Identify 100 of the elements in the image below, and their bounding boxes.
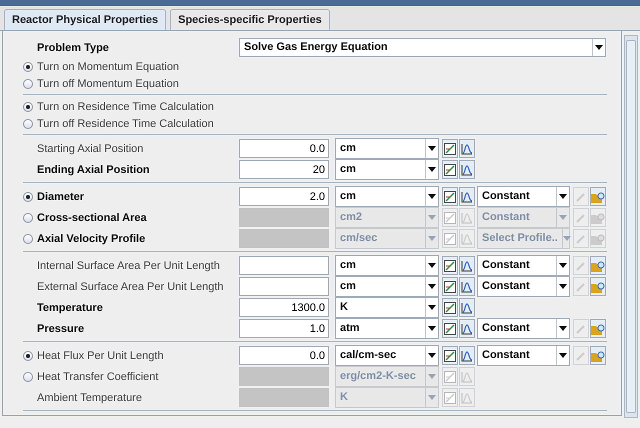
- scrollbar[interactable]: [624, 35, 638, 418]
- profile-dropdown[interactable]: Constant: [477, 345, 570, 366]
- curve-icon: [461, 392, 473, 404]
- browse-button[interactable]: [590, 256, 606, 275]
- pencil-icon: [576, 282, 586, 292]
- caret-icon: [428, 305, 436, 310]
- curve-icon: [461, 212, 473, 224]
- tab[interactable]: Reactor Physical Properties: [4, 9, 166, 30]
- caret-icon: [428, 236, 436, 241]
- curve-icon: [461, 164, 473, 176]
- value-field[interactable]: [239, 256, 329, 275]
- pencil-icon: [576, 260, 586, 270]
- plot-icon: [444, 142, 456, 154]
- browse-button[interactable]: [590, 187, 606, 206]
- folder-search-icon: [591, 190, 605, 202]
- browse-button[interactable]: [590, 346, 606, 365]
- field-label: Internal Surface Area Per Unit Length: [37, 260, 221, 272]
- scrollbar-thumb[interactable]: [626, 40, 636, 413]
- value-field[interactable]: [239, 277, 329, 296]
- radio-button[interactable]: [23, 62, 33, 72]
- unit-dropdown[interactable]: cm: [335, 159, 439, 180]
- field-label: External Surface Area Per Unit Length: [37, 280, 224, 292]
- profile-dropdown[interactable]: Constant: [477, 318, 570, 339]
- field-label: Diameter: [37, 190, 86, 202]
- radio-button[interactable]: [23, 350, 33, 360]
- unit-dropdown[interactable]: cm: [335, 186, 439, 207]
- folder-search-icon: [591, 232, 605, 244]
- field-label: Axial Velocity Profile: [37, 232, 146, 244]
- radio-button[interactable]: [23, 118, 33, 128]
- pencil-icon: [576, 350, 586, 360]
- curve-button[interactable]: [459, 346, 475, 365]
- field-label: Heat Transfer Coefficient: [37, 370, 160, 382]
- plot-button[interactable]: [442, 187, 458, 206]
- browse-button[interactable]: [590, 277, 606, 296]
- folder-search-icon: [591, 350, 605, 362]
- radio-button[interactable]: [23, 192, 33, 202]
- profile-dropdown[interactable]: Constant: [477, 255, 570, 276]
- profile-dropdown[interactable]: Constant: [477, 186, 570, 207]
- plot-button[interactable]: [442, 139, 458, 158]
- plot-icon: [444, 260, 456, 272]
- dropdown[interactable]: Solve Gas Energy Equation: [239, 38, 606, 57]
- caret-icon: [428, 284, 436, 289]
- pencil-icon: [576, 192, 586, 202]
- curve-button[interactable]: [459, 256, 475, 275]
- curve-button[interactable]: [459, 277, 475, 296]
- plot-icon: [444, 350, 456, 362]
- curve-button[interactable]: [459, 160, 475, 179]
- field-label: Starting Axial Position: [37, 142, 144, 154]
- unit-dropdown[interactable]: atm: [335, 318, 439, 339]
- curve-button[interactable]: [459, 187, 475, 206]
- plot-button[interactable]: [442, 277, 458, 296]
- curve-icon: [461, 350, 473, 362]
- curve-icon: [461, 142, 473, 154]
- plot-button[interactable]: [442, 346, 458, 365]
- plot-button[interactable]: [442, 298, 458, 317]
- unit-dropdown[interactable]: cm: [335, 255, 439, 276]
- pencil-icon: [576, 212, 586, 222]
- browse-button[interactable]: [590, 319, 606, 338]
- plot-icon: [444, 392, 456, 404]
- unit-dropdown[interactable]: cm: [335, 276, 439, 297]
- curve-icon: [461, 260, 473, 272]
- caret-icon: [428, 395, 436, 400]
- field-label: Pressure: [37, 322, 86, 334]
- field-label: Ending Axial Position: [37, 164, 151, 176]
- caret-icon: [559, 353, 567, 358]
- caret-icon: [559, 284, 567, 289]
- curve-button[interactable]: [459, 139, 475, 158]
- plot-button[interactable]: [442, 256, 458, 275]
- value-field[interactable]: 1300.0: [239, 298, 329, 317]
- value-field[interactable]: 0.0: [239, 346, 329, 365]
- curve-button[interactable]: [459, 319, 475, 338]
- field-label: Problem Type: [37, 42, 110, 54]
- pencil-icon: [576, 234, 586, 244]
- caret-icon: [428, 353, 436, 358]
- plot-icon: [444, 190, 456, 202]
- radio-button[interactable]: [23, 102, 33, 112]
- radio-button[interactable]: [23, 78, 33, 88]
- value-field[interactable]: 20: [239, 160, 329, 179]
- profile-dropdown[interactable]: Constant: [477, 276, 570, 297]
- plot-button[interactable]: [442, 319, 458, 338]
- curve-icon: [461, 280, 473, 292]
- value-field[interactable]: 0.0: [239, 139, 329, 158]
- curve-icon: [461, 190, 473, 202]
- option-label: Turn off Residence Time Calculation: [37, 118, 215, 130]
- field-label: Ambient Temperature: [37, 392, 143, 404]
- unit-dropdown[interactable]: cm: [335, 138, 439, 159]
- curve-button[interactable]: [459, 298, 475, 317]
- plot-button[interactable]: [442, 160, 458, 179]
- edit-button[interactable]: [573, 229, 589, 248]
- unit-dropdown[interactable]: K: [335, 297, 439, 318]
- pencil-icon: [576, 324, 586, 334]
- field-label: Heat Flux Per Unit Length: [37, 350, 165, 362]
- value-field[interactable]: 1.0: [239, 319, 329, 338]
- plot-icon: [444, 302, 456, 314]
- option-label: Turn on Residence Time Calculation: [37, 100, 215, 112]
- caret-icon: [428, 374, 436, 379]
- tab[interactable]: Species-specific Properties: [170, 9, 330, 30]
- value-field[interactable]: 2.0: [239, 187, 329, 206]
- unit-dropdown[interactable]: cal/cm-sec: [335, 345, 439, 366]
- caret-icon: [428, 194, 436, 199]
